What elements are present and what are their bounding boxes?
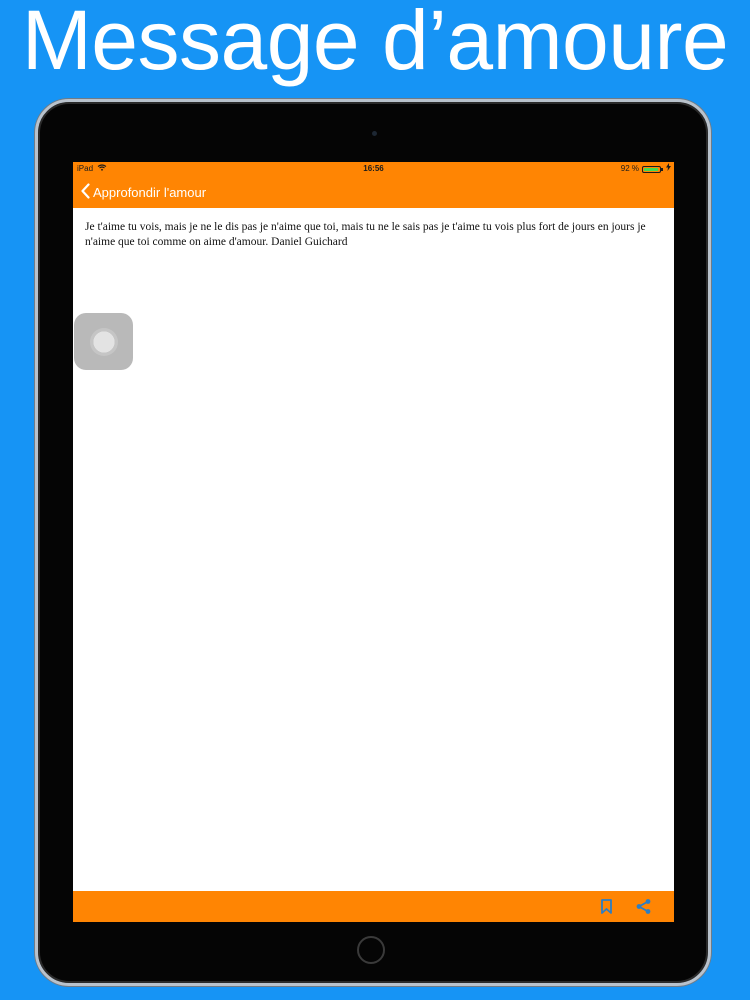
status-right-group: 92 % bbox=[621, 162, 671, 175]
camera-dot bbox=[372, 131, 377, 136]
battery-percent: 92 % bbox=[620, 164, 639, 173]
bookmark-icon bbox=[598, 899, 615, 919]
bookmark-button[interactable] bbox=[598, 898, 615, 915]
navigation-bar: Approfondir l'amour bbox=[73, 175, 674, 208]
back-button[interactable]: Approfondir l'amour bbox=[81, 182, 206, 202]
share-button[interactable] bbox=[635, 898, 652, 915]
app-screen: iPad 16:56 92 % Approfondir l'amour Je t… bbox=[73, 162, 674, 922]
back-button-label: Approfondir l'amour bbox=[93, 184, 207, 200]
love-message-text: Je t'aime tu vois, mais je ne le dis pas… bbox=[85, 221, 646, 248]
battery-fill bbox=[644, 167, 658, 171]
status-time: 16:56 bbox=[363, 164, 384, 173]
assistive-touch-icon bbox=[90, 328, 118, 356]
promo-title: Message d’amoure bbox=[21, 0, 729, 87]
battery-tip bbox=[661, 167, 663, 171]
bottom-toolbar bbox=[73, 891, 674, 922]
battery-body bbox=[642, 165, 661, 173]
assistive-touch-button[interactable] bbox=[74, 313, 133, 370]
share-icon bbox=[635, 899, 652, 919]
chevron-left-icon bbox=[81, 182, 90, 202]
battery-icon bbox=[642, 165, 663, 173]
charging-icon bbox=[666, 162, 671, 175]
status-bar: iPad 16:56 92 % bbox=[73, 162, 674, 175]
home-button[interactable] bbox=[357, 936, 385, 964]
